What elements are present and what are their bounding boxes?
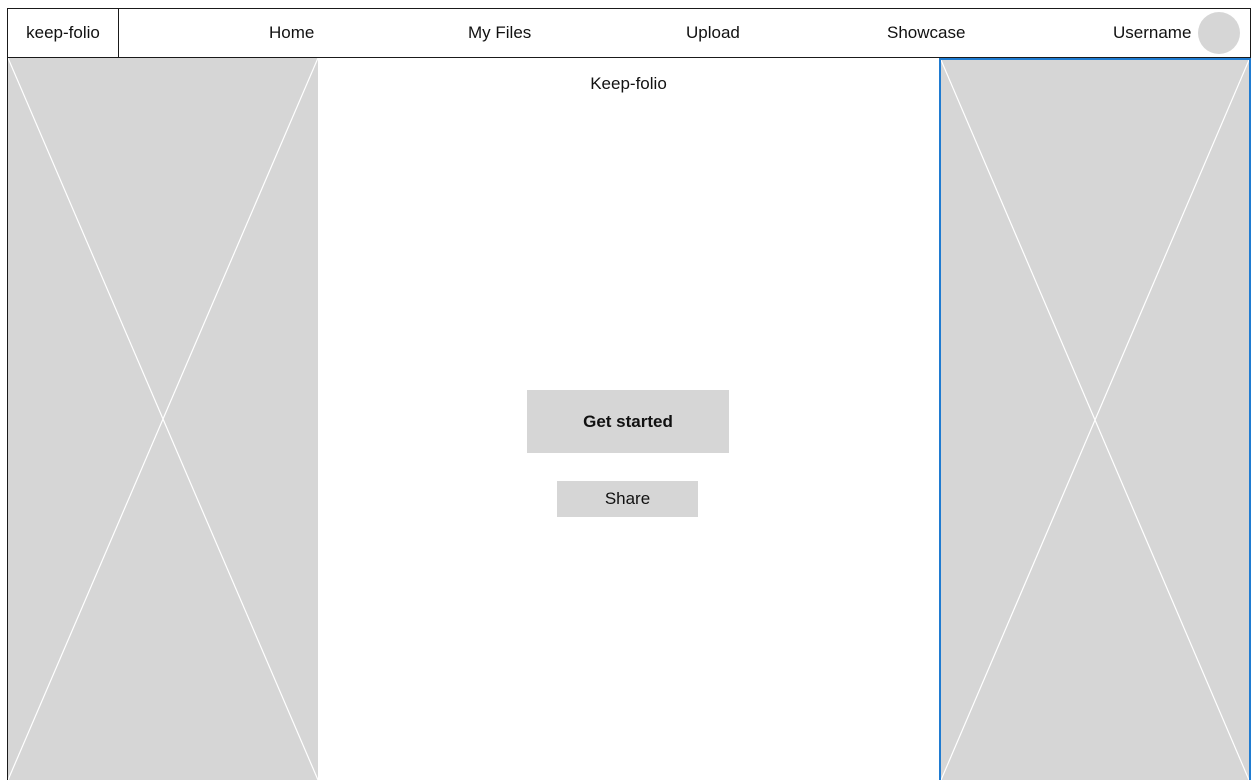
left-image-placeholder: [7, 58, 318, 780]
nav-home-link[interactable]: Home: [269, 9, 314, 57]
share-button[interactable]: Share: [557, 481, 698, 517]
image-placeholder-icon: [941, 60, 1249, 780]
username-label[interactable]: Username: [1113, 9, 1191, 57]
page-title: Keep-folio: [590, 74, 667, 93]
nav-upload-link[interactable]: Upload: [686, 9, 740, 57]
get-started-button[interactable]: Get started: [527, 390, 729, 453]
nav-my-files-link[interactable]: My Files: [468, 9, 531, 57]
nav-showcase-link[interactable]: Showcase: [887, 9, 965, 57]
brand-logo[interactable]: keep-folio: [8, 9, 119, 57]
top-navbar: keep-folio Home My Files Upload Showcase…: [7, 8, 1251, 58]
image-placeholder-icon: [8, 58, 318, 780]
avatar[interactable]: [1198, 12, 1240, 54]
right-image-placeholder[interactable]: [939, 58, 1251, 780]
